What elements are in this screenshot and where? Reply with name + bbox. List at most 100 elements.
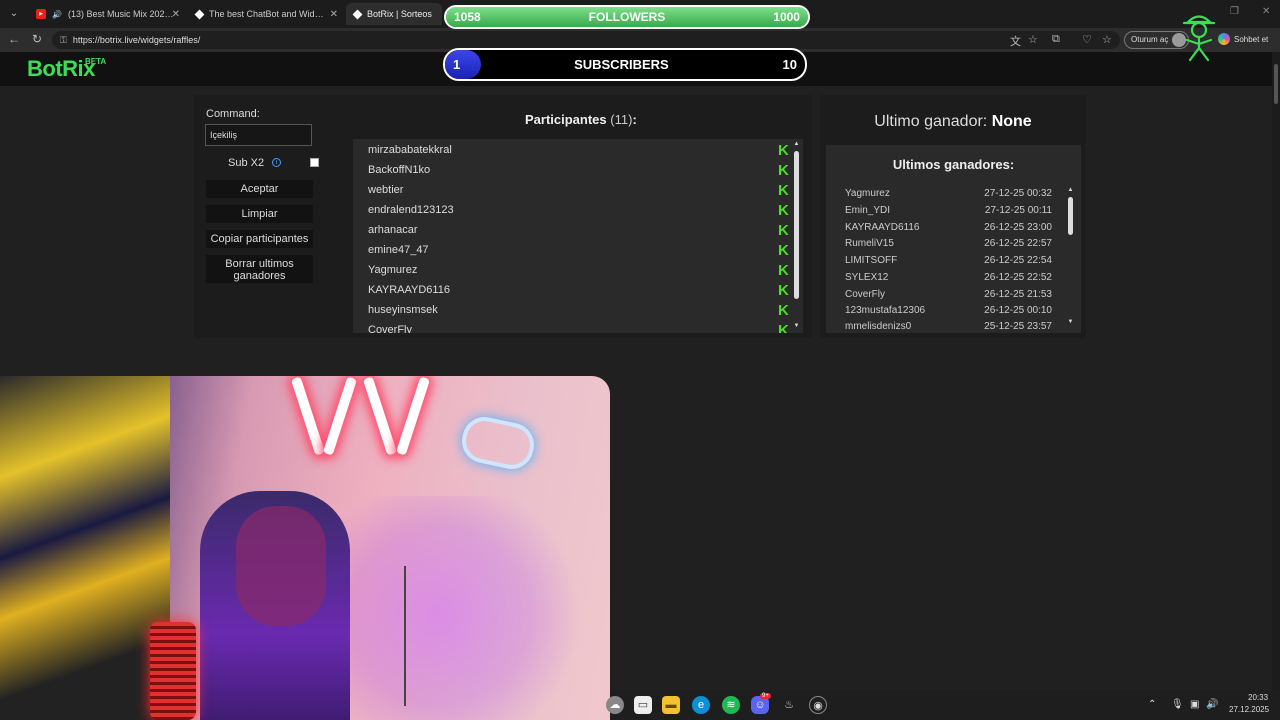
favorites-icon[interactable]: ☆ [1102,33,1112,46]
obs-icon[interactable]: ◉ [809,696,827,714]
extensions-icon[interactable]: ⧉ [1052,33,1060,46]
microphone-icon[interactable]: 🎙 [1171,699,1184,710]
sign-in-label: Oturum aç [1131,35,1169,44]
jersey-decor [0,376,170,720]
url-field[interactable]: ⚿ https://botrix.live/widgets/raffles/ [52,31,1120,49]
table-row: Yagmurez 27-12-25 00:32 [845,188,1052,199]
participant-name: Yagmurez [368,264,418,276]
list-item: endralend123123 K [368,203,789,218]
tab-actions-chevron-icon[interactable]: ⌄ [6,6,22,22]
speaker-icon[interactable]: 🔊 [52,9,62,19]
participants-colon: : [632,112,637,127]
followers-label: FOLLOWERS [588,10,666,24]
scroll-up-icon[interactable]: ▲ [1066,187,1075,193]
table-row: LIMITSOFF 26-12-25 22:54 [845,255,1052,266]
accept-button[interactable]: Aceptar [206,180,313,198]
clear-button[interactable]: Limpiar [206,205,313,223]
back-arrow-icon[interactable]: ← [8,32,20,46]
winner-date: 27-12-25 00:32 [984,188,1052,199]
winner-name: SYLEX12 [845,272,889,283]
list-item: KAYRAAYD6116 K [368,282,789,299]
tab-music-mix[interactable]: ▶ 🔊 (13) Best Music Mix 2026 🎧 E ✕ [28,3,186,25]
winner-name: LIMITSOFF [845,255,898,266]
winner-name: Emin_YDI [845,205,891,216]
tab-botrix-chatbot[interactable]: The best ChatBot and Widgets for ✕ [188,3,344,25]
list-item: BackoffN1ko K [368,163,789,178]
scrollbar-thumb[interactable] [1274,64,1278,104]
scroll-down-icon[interactable]: ▼ [1066,319,1075,325]
participants-count: (11) [610,112,633,127]
cable [404,566,406,706]
participant-name: emine47_47 [368,244,429,256]
task-view-icon[interactable]: ▭ [634,696,652,714]
followers-goal: 1000 [773,10,800,24]
clock-time[interactable]: 20:33 [1248,693,1268,702]
info-icon[interactable]: i [272,158,281,167]
copilot-button[interactable]: Sohbet et [1218,33,1268,45]
weather-icon[interactable]: ☁ [606,696,624,714]
page-scrollbar[interactable] [1272,52,1280,692]
tab-close-icon[interactable]: ✕ [330,9,338,20]
steam-icon[interactable]: ♨ [780,696,798,714]
close-window-icon[interactable]: ✕ [1262,6,1270,17]
last-winner-label: Ultimo ganador: [874,113,988,130]
file-explorer-icon[interactable]: ▬ [662,696,680,714]
participants-list[interactable]: mirzababatekkral K BackoffN1ko K webtier K … [353,139,803,333]
winner-date: 26-12-25 22:57 [984,238,1052,249]
webcam-feed [0,376,610,720]
neon-light [322,376,358,456]
reload-icon[interactable]: ↻ [32,32,42,46]
followers-goal-bar: 1058 FOLLOWERS 1000 [444,5,810,29]
participants-scrollbar[interactable]: ▲ ▼ [792,139,801,333]
botrix-icon [352,9,363,19]
restore-window-icon[interactable]: ❐ [1230,6,1239,17]
winner-date: 26-12-25 22:52 [984,272,1052,283]
favorite-star-icon[interactable]: ☆ [1028,33,1038,46]
winner-date: 26-12-25 21:53 [984,289,1052,300]
kick-icon: K [778,182,789,199]
list-item: Yagmurez K [368,263,789,278]
tray-chevron-icon[interactable]: ⌃ [1148,699,1156,710]
copy-participants-button[interactable]: Copiar participantes [206,230,313,248]
edge-icon[interactable]: e [692,696,710,714]
delete-last-winners-button[interactable]: Borrar ultimos ganadores [206,255,313,283]
winner-name: CoverFly [845,289,886,300]
kick-icon: K [778,222,789,239]
table-row: Emin_YDI 27-12-25 00:11 [845,205,1052,216]
network-icon[interactable]: ▣ [1190,699,1199,710]
scroll-up-icon[interactable]: ▲ [792,141,801,147]
neon-light [290,376,326,456]
translate-icon[interactable]: 文 [1010,33,1021,49]
kick-icon: K [778,282,789,299]
kick-icon: K [778,302,789,319]
list-item: emine47_47 K [368,243,789,258]
neon-light [395,376,431,456]
tab-botrix-sorteos[interactable]: BotRix | Sorteos [346,3,442,25]
participant-name: webtier [368,184,404,196]
scroll-down-icon[interactable]: ▼ [792,323,801,329]
table-row: RumeliV15 26-12-25 22:57 [845,238,1052,249]
winner-date: 27-12-25 00:11 [984,205,1052,216]
last-winner: Ultimo ganador: None [820,113,1086,131]
neon-light [362,376,398,456]
tab-close-icon[interactable]: ✕ [172,9,180,20]
subscribers-label: SUBSCRIBERS [574,57,669,72]
browser-essentials-icon[interactable]: ♡ [1082,33,1092,46]
table-row: 123mustafa12306 26-12-25 00:10 [845,305,1052,316]
tab-title: The best ChatBot and Widgets for [209,9,327,19]
delete-button-line2: ganadores [233,270,286,282]
spotify-icon[interactable]: ≋ [722,696,740,714]
command-input[interactable] [205,124,312,146]
winners-scrollbar[interactable]: ▲ ▼ [1066,185,1075,329]
table-row: mmelisdenizs0 25-12-25 23:57 [845,321,1052,332]
sub-x2-checkbox[interactable] [310,158,319,167]
table-row: CoverFly 26-12-25 21:53 [845,289,1052,300]
scrollbar-thumb[interactable] [1068,197,1073,235]
clock-date[interactable]: 27.12.2025 [1229,705,1269,714]
site-info-icon[interactable]: ⚿ [60,35,67,46]
volume-icon[interactable]: 🔊 [1206,699,1218,710]
subscribers-goal-bar: 1 SUBSCRIBERS 10 [443,48,807,81]
scrollbar-thumb[interactable] [794,151,799,299]
list-item: arhanacar K [368,222,789,239]
sub-x2-label: Sub X2 [228,157,265,169]
